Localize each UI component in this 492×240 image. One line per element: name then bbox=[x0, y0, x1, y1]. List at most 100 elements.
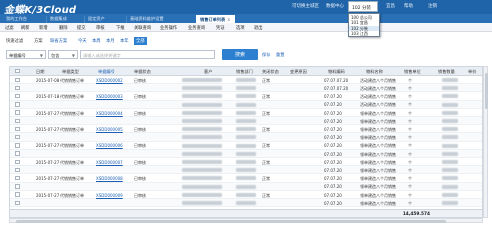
org-option[interactable]: 103 江西 bbox=[349, 31, 379, 37]
col-bill-number[interactable]: 单据编号 bbox=[98, 69, 115, 75]
save-link[interactable]: 保存 bbox=[262, 52, 270, 58]
horizontal-scrollbar[interactable] bbox=[9, 218, 483, 223]
row-checkbox[interactable] bbox=[15, 159, 20, 164]
select-all-checkbox[interactable] bbox=[15, 68, 20, 73]
col-material-name[interactable]: 物料名称 bbox=[366, 69, 383, 75]
col-material-code[interactable]: 物料编码 bbox=[328, 69, 345, 75]
reset-link[interactable]: 重置 bbox=[276, 52, 284, 58]
table-row[interactable]: 2015-07-27 代销销售订单 XSDD000005 已审核 正常 07.07.20 领… bbox=[10, 125, 482, 134]
search-button[interactable]: 搜索 bbox=[222, 49, 258, 60]
filter-today[interactable]: 今天 bbox=[78, 38, 87, 44]
menu-biz-query[interactable]: 业务查询 bbox=[188, 25, 205, 31]
topbar-link-user[interactable]: 宜昌 bbox=[386, 3, 395, 9]
table-row[interactable]: 2015-07-27 代销销售订单 XSDD000007 已审核 正常 07.07.20 领… bbox=[10, 158, 482, 167]
menu-delete[interactable]: 删除 bbox=[59, 25, 68, 31]
tab-basedata[interactable]: 基础资料维护设置 bbox=[126, 16, 164, 23]
col-status[interactable]: 单据状态 bbox=[134, 69, 151, 75]
scheme-default[interactable]: 缺省方案 bbox=[50, 38, 67, 44]
tab-sales-order-list[interactable]: 销售订单列表 × bbox=[196, 15, 235, 23]
table-row[interactable]: 07.07.20 领单建造八个月销售 个 bbox=[10, 117, 482, 126]
cell-bill-number[interactable]: XSDD000009 bbox=[96, 193, 123, 198]
col-dept[interactable]: 销售部门 bbox=[236, 69, 253, 75]
row-checkbox[interactable] bbox=[15, 102, 20, 107]
cell-bill-number[interactable]: XSDD000007 bbox=[96, 160, 123, 165]
search-operator-select[interactable]: 包含 ▼ bbox=[48, 50, 78, 59]
menu-push[interactable]: 下推 bbox=[116, 25, 125, 31]
tab-workbench[interactable]: 我的工作台 bbox=[6, 16, 27, 23]
tab-integration[interactable]: 数据集成 bbox=[46, 16, 67, 23]
table-row[interactable]: 2015-07-27 代销销售订单 XSDD000008 已审核 正常 07.07.20 领… bbox=[10, 174, 482, 183]
menu-new[interactable]: 新增 bbox=[39, 25, 48, 31]
redacted-cell bbox=[442, 176, 458, 181]
table-row[interactable]: 07.07.07.20 活动建造八个月销售 个 bbox=[10, 84, 482, 93]
table-row[interactable]: 2015-07-27 代销销售订单 XSDD000004 已审核 正常 07.07.20 领… bbox=[10, 109, 482, 117]
table-row[interactable]: 07.07.20 活动建造八个月销售 个 bbox=[10, 100, 482, 109]
row-checkbox[interactable] bbox=[15, 151, 20, 156]
cell-unit: 个 bbox=[408, 143, 412, 149]
search-field-select[interactable]: 单据编号 ▼ bbox=[6, 50, 46, 59]
table-row[interactable]: 07.07.20 领单建造八个月销售 个 bbox=[10, 149, 482, 158]
row-checkbox[interactable] bbox=[15, 134, 20, 140]
topbar-link-logout[interactable]: 注销 bbox=[428, 3, 437, 9]
menu-refresh[interactable]: 刷新 bbox=[21, 25, 30, 31]
menu-exit[interactable]: 退出 bbox=[254, 25, 263, 31]
row-checkbox[interactable] bbox=[15, 175, 20, 181]
table-row[interactable]: 07.07.20 领单建造八个月销售 个 bbox=[10, 182, 482, 191]
menu-voucher[interactable]: 凭证 bbox=[216, 25, 225, 31]
table-row[interactable]: 2015-07-08 代销销售订单 XSDD000002 已审核 正常 07.07.07.… bbox=[10, 76, 482, 85]
cell-close-status: 正常 bbox=[262, 110, 270, 116]
row-checkbox[interactable] bbox=[15, 85, 20, 91]
row-checkbox[interactable] bbox=[15, 200, 20, 205]
col-bill-type[interactable]: 单据类型 bbox=[62, 69, 79, 75]
tab-assets[interactable]: 固定资产 bbox=[84, 16, 105, 23]
row-checkbox[interactable] bbox=[15, 118, 20, 123]
filter-this-week[interactable]: 本周 bbox=[92, 38, 101, 44]
vertical-scrollbar[interactable] bbox=[483, 66, 488, 218]
menu-related[interactable]: 关联查询 bbox=[134, 25, 151, 31]
topbar-link-datacenter[interactable]: 数据中心 bbox=[326, 3, 344, 9]
row-checkbox[interactable] bbox=[15, 77, 20, 82]
row-checkbox[interactable] bbox=[15, 126, 20, 132]
topbar-link-switch[interactable]: 可切换主城区 bbox=[292, 3, 319, 9]
cell-bill-number[interactable]: XSDD000008 bbox=[96, 176, 123, 181]
menu-filter[interactable]: 过滤 bbox=[5, 25, 14, 31]
filter-this-year[interactable]: 本年 bbox=[120, 38, 129, 44]
cell-bill-number[interactable]: XSDD000004 bbox=[96, 111, 123, 116]
menu-options[interactable]: 选项 bbox=[236, 25, 245, 31]
menu-submit[interactable]: 提交 bbox=[77, 25, 86, 31]
table-row[interactable]: 2015-07-27 代销销售订单 XSDD000006 已审核 正常 07.07.20 领… bbox=[10, 142, 482, 150]
cell-bill-number[interactable]: XSDD000002 bbox=[96, 78, 123, 83]
table-row[interactable]: 07.07.20 领单建造八个月销售 个 bbox=[10, 166, 482, 175]
row-checkbox[interactable] bbox=[15, 110, 20, 115]
org-selector[interactable]: 102 分装 bbox=[348, 1, 378, 12]
row-checkbox[interactable] bbox=[15, 184, 20, 189]
close-icon[interactable]: × bbox=[227, 17, 230, 22]
row-checkbox[interactable] bbox=[15, 167, 20, 173]
col-price[interactable]: 单价 bbox=[468, 69, 476, 75]
table-row[interactable]: 07.07.20 领单建造八个月销售 个 bbox=[10, 199, 482, 208]
table-row[interactable]: 07.07.20 领单建造八个月销售 个 bbox=[10, 133, 482, 142]
cell-bill-number[interactable]: XSDD000006 bbox=[96, 143, 123, 148]
search-input[interactable]: 请输入或选择关键字 bbox=[80, 50, 215, 59]
cell-bill-number[interactable]: XSDD000003 bbox=[96, 94, 123, 99]
col-date[interactable]: 日期 bbox=[36, 69, 44, 75]
col-customer[interactable]: 客户 bbox=[204, 69, 212, 75]
menu-biz-op[interactable]: 业务操作 bbox=[160, 25, 177, 31]
vertical-scroll-thumb[interactable] bbox=[484, 73, 488, 109]
col-unit[interactable]: 销售单位 bbox=[404, 69, 421, 75]
row-checkbox[interactable] bbox=[15, 93, 20, 99]
row-checkbox[interactable] bbox=[15, 192, 20, 197]
topbar-link-help[interactable]: 帮助 bbox=[404, 3, 413, 9]
filter-this-month[interactable]: 本月 bbox=[106, 38, 115, 44]
horizontal-scroll-thumb[interactable] bbox=[16, 219, 446, 223]
menu-audit[interactable]: 审核 bbox=[96, 25, 105, 31]
table-row[interactable]: 2015-07-27 代销销售订单 XSDD000009 已审核 正常 07.07.20 领… bbox=[10, 191, 482, 199]
cell-bill-number[interactable]: XSDD000005 bbox=[96, 127, 123, 132]
col-change-reason[interactable]: 变更原因 bbox=[290, 69, 307, 75]
col-close-status[interactable]: 关闭状态 bbox=[262, 69, 279, 75]
col-qty[interactable]: 销售数量 bbox=[438, 69, 455, 75]
filter-all[interactable]: 全部 bbox=[134, 37, 147, 45]
table-row[interactable]: 2015-07-18 代销销售订单 XSDD000003 已审核 正常 07.07.20 活… bbox=[10, 92, 482, 101]
redacted-cell bbox=[236, 119, 256, 123]
row-checkbox[interactable] bbox=[15, 143, 20, 148]
